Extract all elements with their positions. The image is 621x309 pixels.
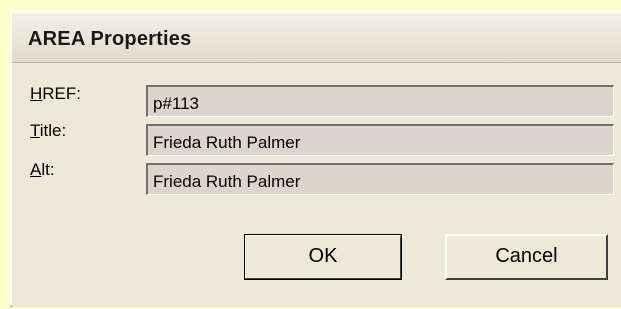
alt-label: Alt: bbox=[30, 160, 55, 180]
title-label-text: itle: bbox=[39, 121, 67, 140]
alt-label-accel: A bbox=[30, 160, 42, 179]
ok-button[interactable]: OK bbox=[244, 234, 402, 280]
dialog-titlebar[interactable]: AREA Properties bbox=[12, 13, 621, 63]
href-label: HREF: bbox=[30, 84, 81, 104]
title-label-accel: T bbox=[30, 121, 40, 140]
title-input[interactable] bbox=[146, 124, 614, 156]
dialog-content: HREF: Title: Alt: OK Cancel bbox=[12, 63, 621, 307]
title-label: Title: bbox=[30, 121, 66, 141]
cancel-button[interactable]: Cancel bbox=[445, 234, 608, 280]
dialog-title: AREA Properties bbox=[28, 28, 192, 50]
alt-label-text: lt: bbox=[41, 160, 55, 179]
area-properties-dialog: AREA Properties HREF: Title: Alt: OK Can… bbox=[10, 11, 621, 307]
href-input[interactable] bbox=[146, 85, 614, 117]
href-label-accel: H bbox=[30, 84, 43, 103]
href-label-text: REF: bbox=[42, 84, 82, 103]
alt-input[interactable] bbox=[146, 163, 614, 195]
